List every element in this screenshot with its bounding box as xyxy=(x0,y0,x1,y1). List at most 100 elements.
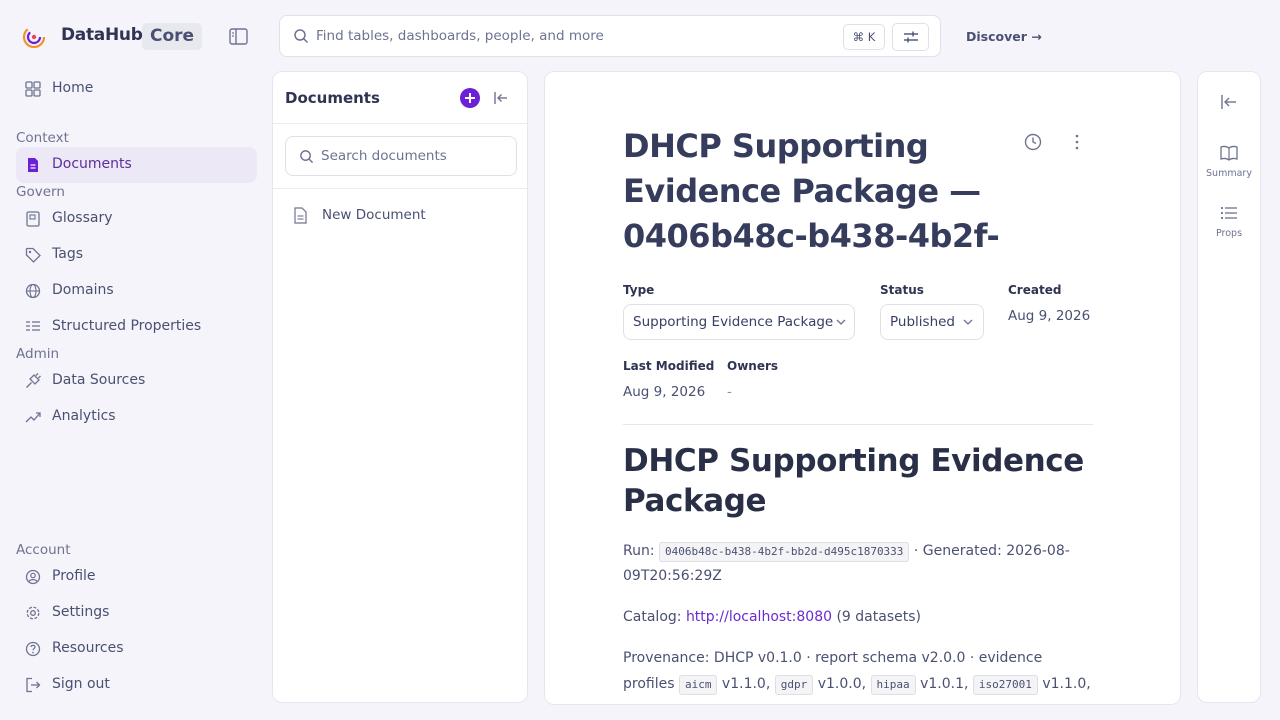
nav-item-analytics[interactable]: Analytics xyxy=(16,399,257,435)
provenance-paragraph: Provenance: DHCP v0.1.0 · report schema … xyxy=(623,645,1093,697)
profile-version: v1.0.0, xyxy=(817,676,867,692)
nav-label-documents: Documents xyxy=(52,156,132,172)
catalog-paragraph: Catalog: http://localhost:8080 (9 datase… xyxy=(623,605,1093,630)
nav-label-home: Home xyxy=(52,80,94,96)
document-title[interactable]: DHCP Supporting Evidence Package — 0406b… xyxy=(623,124,1003,259)
search-input[interactable]: Find tables, dashboards, people, and mor… xyxy=(316,28,604,44)
summary-tab[interactable]: Summary xyxy=(1198,145,1260,189)
nav-item-sign-out[interactable]: Sign out xyxy=(16,667,257,703)
profile-version: v1.1.0, xyxy=(721,676,771,692)
status-select-value: Published xyxy=(890,314,955,330)
chevron-down-icon xyxy=(963,319,973,325)
props-tab-label: Props xyxy=(1215,228,1243,239)
plug-icon xyxy=(26,373,41,388)
gear-icon xyxy=(26,606,40,620)
nav-item-home[interactable]: Home xyxy=(16,71,257,107)
nav-item-resources[interactable]: Resources xyxy=(16,631,257,667)
file-text-icon xyxy=(294,207,307,224)
nav-item-tags[interactable]: Tags xyxy=(16,237,257,273)
collapse-right-icon[interactable] xyxy=(1220,94,1238,110)
nav-label-profile: Profile xyxy=(52,568,96,584)
discover-link[interactable]: Discover → xyxy=(966,29,1042,44)
type-select-value: Supporting Evidence Package xyxy=(633,314,834,330)
add-document-button[interactable] xyxy=(460,88,480,108)
right-rail: Summary Props xyxy=(1197,71,1261,703)
status-select[interactable]: Published xyxy=(880,304,984,340)
divider xyxy=(623,424,1093,425)
list-icon xyxy=(1220,206,1237,220)
document-list-item[interactable]: New Document xyxy=(293,206,513,226)
nav-section-context: Context xyxy=(16,130,69,146)
props-tab[interactable]: Props xyxy=(1198,205,1260,249)
nav-label-analytics: Analytics xyxy=(52,408,116,424)
nav-item-structured-properties[interactable]: Structured Properties xyxy=(16,309,257,345)
nav-section-govern: Govern xyxy=(16,184,65,200)
owners-label: Owners xyxy=(727,359,779,373)
profile-version: v1.0.1, xyxy=(920,676,969,692)
global-search-bar[interactable]: Find tables, dashboards, people, and mor… xyxy=(279,15,941,57)
sidebar-toggle-icon[interactable] xyxy=(229,28,248,45)
trend-up-icon xyxy=(25,412,41,423)
nav-section-admin: Admin xyxy=(16,346,60,362)
nav-item-documents[interactable]: Documents xyxy=(16,147,257,183)
user-circle-icon xyxy=(25,569,41,585)
nav-section-account: Account xyxy=(16,542,71,558)
sign-out-icon xyxy=(26,677,41,693)
nav-label-sign-out: Sign out xyxy=(52,676,110,692)
run-id-code: 0406b48c-b438-4b2f-bb2d-d495c1870333 xyxy=(659,542,910,562)
content-heading: DHCP Supporting Evidence Package xyxy=(623,443,1084,519)
nav-label-glossary: Glossary xyxy=(52,210,113,226)
catalog-suffix: (9 datasets) xyxy=(836,609,921,625)
more-vertical-icon[interactable] xyxy=(1075,134,1079,150)
document-view: DHCP Supporting Evidence Package — 0406b… xyxy=(544,71,1181,705)
nav-label-data-sources: Data Sources xyxy=(52,372,146,388)
tag-icon xyxy=(25,247,41,263)
documents-panel-title: Documents xyxy=(285,89,380,107)
nav-item-profile[interactable]: Profile xyxy=(16,559,257,595)
search-shortcut-badge: ⌘ K xyxy=(843,24,885,50)
owners-value[interactable]: - xyxy=(727,384,732,400)
last-modified-label: Last Modified xyxy=(623,359,715,373)
search-filters-button[interactable] xyxy=(892,23,929,51)
nav-label-structured-properties: Structured Properties xyxy=(52,318,202,334)
nav-item-glossary[interactable]: Glossary xyxy=(16,201,257,237)
nav-item-settings[interactable]: Settings xyxy=(16,595,257,631)
nav-item-domains[interactable]: Domains xyxy=(16,273,257,309)
profile-code: iso27001 xyxy=(972,675,1038,695)
open-book-icon xyxy=(1220,145,1238,161)
nav-label-settings: Settings xyxy=(52,604,110,620)
divider xyxy=(273,188,527,189)
sliders-icon xyxy=(904,31,918,43)
nav-item-data-sources[interactable]: Data Sources xyxy=(16,363,257,399)
created-label: Created xyxy=(1008,283,1062,297)
search-icon xyxy=(294,29,309,44)
status-label: Status xyxy=(880,283,924,297)
datahub-logo-icon[interactable] xyxy=(22,25,46,49)
type-select[interactable]: Supporting Evidence Package xyxy=(623,304,855,340)
type-label: Type xyxy=(623,283,655,297)
help-circle-icon xyxy=(25,641,41,657)
created-value: Aug 9, 2026 xyxy=(1008,308,1091,324)
documents-search-input[interactable]: Search documents xyxy=(285,136,517,176)
catalog-link[interactable]: http://localhost:8080 xyxy=(686,609,832,625)
search-icon xyxy=(300,150,314,164)
run-paragraph: Run: 0406b48c-b438-4b2f-bb2d-d495c187033… xyxy=(623,539,1093,589)
document-list-item-label: New Document xyxy=(322,207,426,223)
collapse-left-icon[interactable] xyxy=(493,90,509,106)
nav-label-domains: Domains xyxy=(52,282,114,298)
profile-version: v1.1.0, xyxy=(1042,676,1091,692)
documents-search-placeholder: Search documents xyxy=(321,148,447,164)
document-icon xyxy=(28,158,38,172)
book-icon xyxy=(26,211,40,227)
summary-tab-label: Summary xyxy=(1206,168,1252,179)
run-label: Run: xyxy=(623,543,655,559)
history-icon[interactable] xyxy=(1024,133,1042,151)
globe-icon xyxy=(25,283,41,299)
list-icon xyxy=(26,321,40,331)
nav-label-tags: Tags xyxy=(52,246,83,262)
profile-code: hipaa xyxy=(870,675,916,695)
documents-panel: Documents Search documents New Document xyxy=(272,71,528,703)
profile-code: gdpr xyxy=(774,675,814,695)
brand-tag: Core xyxy=(142,23,203,50)
chevron-down-icon xyxy=(836,319,846,325)
